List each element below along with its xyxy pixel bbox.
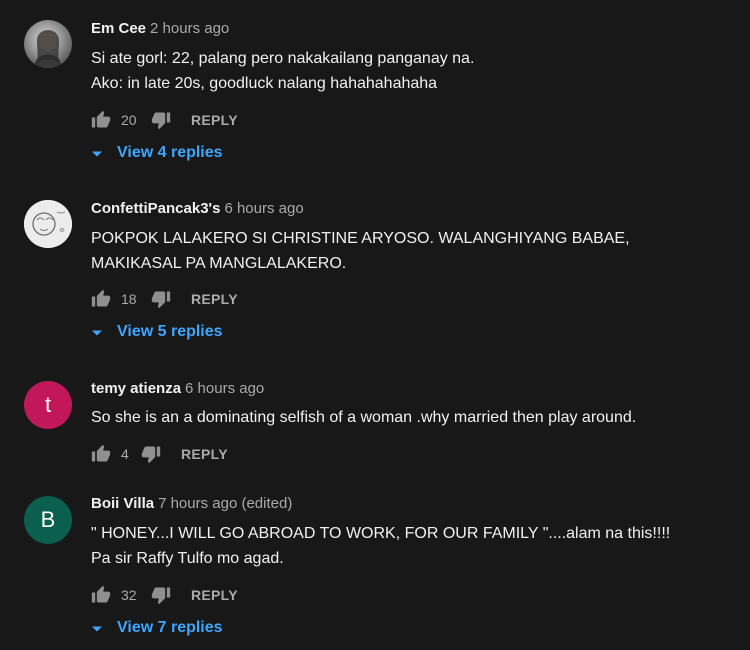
avatar[interactable]: t: [24, 381, 72, 429]
comment-actions: 20 REPLY: [91, 110, 238, 130]
view-replies-label: View 5 replies: [117, 323, 223, 340]
comment-author[interactable]: temy atienza: [91, 380, 181, 397]
view-replies-button[interactable]: View 4 replies: [91, 144, 223, 162]
comment-header: Em Cee 2 hours ago: [91, 20, 229, 37]
comment-line: POKPOK LALAKERO SI CHRISTINE ARYOSO. WAL…: [91, 230, 630, 247]
comment-line: So she is an a dominating selfish of a w…: [91, 409, 637, 426]
comment-actions: 32 REPLY: [91, 585, 238, 605]
comment-actions: 18 REPLY: [91, 289, 238, 309]
comment-line: Pa sir Raffy Tulfo mo agad.: [91, 550, 284, 567]
like-icon[interactable]: [91, 110, 111, 130]
view-replies-button[interactable]: View 7 replies: [91, 619, 223, 637]
avatar[interactable]: B: [24, 496, 72, 544]
view-replies-label: View 4 replies: [117, 144, 223, 161]
comment-time[interactable]: 2 hours ago: [150, 20, 229, 37]
dislike-icon[interactable]: [151, 110, 171, 130]
comment-actions: 4 REPLY: [91, 444, 228, 464]
chevron-down-icon: [91, 147, 103, 159]
like-count: 4: [121, 446, 129, 462]
comment-line: " HONEY...I WILL GO ABROAD TO WORK, FOR …: [91, 525, 671, 542]
view-replies-label: View 7 replies: [117, 619, 223, 636]
avatar[interactable]: [24, 200, 72, 248]
comment-header: Boii Villa 7 hours ago (edited): [91, 495, 292, 512]
chevron-down-icon: [91, 326, 103, 338]
reply-button[interactable]: REPLY: [191, 112, 238, 128]
comment-header: temy atienza 6 hours ago: [91, 380, 264, 397]
dislike-icon[interactable]: [151, 289, 171, 309]
comment-time[interactable]: 7 hours ago (edited): [158, 495, 292, 512]
avatar-letter: B: [40, 507, 56, 532]
comment-author[interactable]: ConfettiPancak3's: [91, 200, 220, 217]
avatar[interactable]: [24, 20, 72, 68]
dislike-icon[interactable]: [141, 444, 161, 464]
dislike-icon[interactable]: [151, 585, 171, 605]
like-icon[interactable]: [91, 289, 111, 309]
like-count: 18: [121, 291, 137, 307]
comment-line: Si ate gorl: 22, palang pero nakakailang…: [91, 50, 475, 67]
like-icon[interactable]: [91, 585, 111, 605]
comment-line: MAKIKASAL PA MANGLALAKERO.: [91, 255, 347, 272]
comment-header: ConfettiPancak3's 6 hours ago: [91, 200, 304, 217]
avatar-letter: t: [44, 392, 52, 417]
reply-button[interactable]: REPLY: [191, 291, 238, 307]
chevron-down-icon: [91, 622, 103, 634]
comment-text: So she is an a dominating selfish of a w…: [91, 405, 636, 430]
like-icon[interactable]: [91, 444, 111, 464]
like-count: 32: [121, 587, 137, 603]
comment-author[interactable]: Em Cee: [91, 20, 146, 37]
comment-text: POKPOK LALAKERO SI CHRISTINE ARYOSO. WAL…: [91, 226, 630, 276]
view-replies-button[interactable]: View 5 replies: [91, 323, 223, 341]
comment-line: Ako: in late 20s, goodluck nalang hahaha…: [91, 75, 438, 92]
like-count: 20: [121, 112, 137, 128]
reply-button[interactable]: REPLY: [191, 587, 238, 603]
comment-text: Si ate gorl: 22, palang pero nakakailang…: [91, 46, 474, 96]
comment-text: " HONEY...I WILL GO ABROAD TO WORK, FOR …: [91, 521, 670, 571]
comment-author[interactable]: Boii Villa: [91, 495, 154, 512]
comment-time[interactable]: 6 hours ago: [224, 200, 303, 217]
comment-time[interactable]: 6 hours ago: [185, 380, 264, 397]
reply-button[interactable]: REPLY: [181, 446, 228, 462]
